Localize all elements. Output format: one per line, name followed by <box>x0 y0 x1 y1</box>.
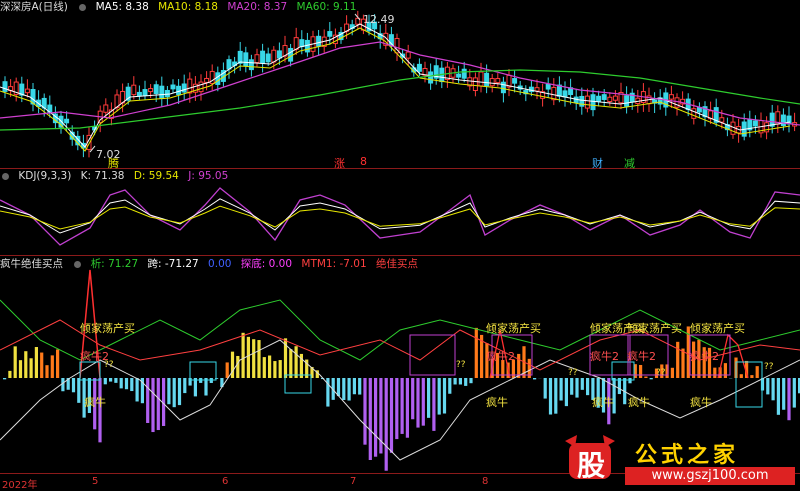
logo-name: 公式之家 <box>635 437 739 469</box>
x-axis-label: 5 <box>92 476 98 487</box>
logo-char: 股 <box>573 444 609 484</box>
crazy-label: 疯牛 <box>628 394 650 410</box>
logo-url: www.gszj100.com <box>625 467 795 485</box>
event-tag[interactable]: 财 <box>592 155 603 171</box>
x-axis-label: 7 <box>350 476 356 487</box>
crazy-label: 疯牛 <box>84 394 106 410</box>
crazy2-label: 疯牛2 <box>690 348 719 364</box>
buy-signal-label: 倾家荡产买 <box>486 320 541 336</box>
crazy2-label: 疯牛2 <box>590 348 619 364</box>
crazy-label: 疯牛 <box>592 394 614 410</box>
kdj-pane <box>0 188 800 245</box>
x-axis-label: 6 <box>222 476 228 487</box>
crazy-label: 疯牛 <box>690 394 712 410</box>
question-mark: ?? <box>568 368 578 378</box>
buy-signal-label: 倾家荡产买 <box>80 320 135 336</box>
high-price-label: 12.49 <box>363 13 395 26</box>
watermark-logo: 股 公式之家 www.gszj100.com <box>555 433 800 489</box>
event-tag[interactable]: 减 <box>624 155 635 171</box>
question-mark: ?? <box>456 360 466 370</box>
price-pane <box>0 11 800 157</box>
event-tag[interactable]: 8 <box>360 155 367 168</box>
question-mark: ?? <box>656 368 666 378</box>
question-mark: ?? <box>104 360 114 370</box>
chart-canvas[interactable] <box>0 0 800 489</box>
crazy-label: 疯牛 <box>486 394 508 410</box>
crazy2-label: 疯牛2 <box>627 348 656 364</box>
event-tag[interactable]: 腾 <box>108 155 119 171</box>
buy-signal-label: 倾家荡产买 <box>627 320 682 336</box>
crazy2-label: 疯牛2 <box>486 348 515 364</box>
question-mark: ?? <box>764 362 774 372</box>
buy-signal-label: 倾家荡产买 <box>690 320 745 336</box>
x-axis-label: 8 <box>482 476 488 487</box>
event-tag[interactable]: 涨 <box>334 155 345 171</box>
